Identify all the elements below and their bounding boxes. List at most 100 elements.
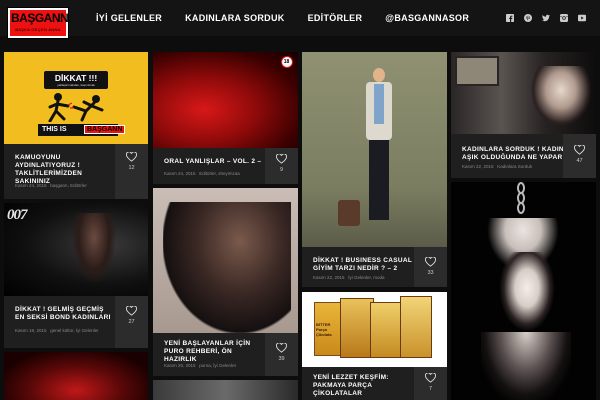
post-meta: Kasım 22, 2015 Kadınlara Sorduk	[462, 163, 566, 170]
banner-text: THIS IS	[42, 126, 67, 133]
post-card[interactable]: DİKKAT ! BUSINESS CASUAL GİYİM TARZI NED…	[302, 52, 447, 287]
woman-silhouette	[72, 213, 116, 283]
post-card[interactable]: 18 ORAL YANLIŞLAR – VOL. 2 – Kasım 24, 2…	[153, 52, 298, 184]
site-header: BAŞGANN BAŞKA GEÇEN ANNA İYİ GELENLER KA…	[0, 0, 600, 39]
post-caption: KADINLARA SORDUK ! KADIN AŞIK OLDUĞUNDA …	[451, 134, 596, 178]
like-count: 27	[128, 319, 135, 325]
post-date[interactable]: Kasım 20, 2015	[164, 363, 196, 368]
post-title[interactable]: KADINLARA SORDUK ! KADIN AŞIK OLDUĞUNDA …	[462, 146, 566, 162]
post-date[interactable]: Kasım 22, 2015	[462, 164, 494, 169]
instagram-icon[interactable]	[559, 14, 568, 23]
twitter-icon[interactable]	[541, 14, 550, 23]
product-box	[370, 302, 402, 358]
post-categories[interactable]: purna, İyi Gelenler	[199, 363, 236, 368]
post-caption: ORAL YANLIŞLAR – VOL. 2 – Kasım 24, 2015…	[153, 148, 298, 184]
heart-icon[interactable]	[276, 343, 287, 353]
post-image[interactable]	[451, 52, 596, 134]
heart-icon[interactable]	[425, 373, 436, 383]
site-logo[interactable]: BAŞGANN BAŞKA GEÇEN ANNA	[7, 7, 69, 39]
post-title[interactable]: DİKKAT ! BUSINESS CASUAL GİYİM TARZI NED…	[313, 257, 415, 273]
post-image[interactable]: 18	[153, 52, 298, 148]
post-image[interactable]	[451, 182, 596, 400]
shoulders	[481, 332, 571, 400]
chain-illustration	[517, 182, 525, 214]
like-box[interactable]: 33	[414, 247, 447, 287]
like-box[interactable]: 27	[115, 296, 148, 348]
like-count: 12	[128, 165, 135, 171]
youtube-icon[interactable]	[577, 14, 586, 23]
like-box[interactable]: 47	[563, 134, 596, 178]
post-categories[interactable]: başgann, Editörler	[50, 183, 87, 188]
post-caption: DİKKAT ! BUSINESS CASUAL GİYİM TARZI NED…	[302, 247, 447, 287]
warning-sign: DİKKAT !!! yaklaştırmalıdan, kaçınılmalı	[44, 71, 108, 89]
post-image[interactable]: BİTTER Parça Çikolata	[302, 292, 447, 367]
nav-item-basgannasor[interactable]: @BASGANNASOR	[385, 13, 469, 23]
pinterest-icon[interactable]	[523, 14, 532, 23]
like-box[interactable]: 12	[115, 144, 148, 199]
post-title[interactable]: YENİ LEZZET KEŞFİM: PAKMAYA PARÇA ÇİKOLA…	[313, 374, 415, 398]
post-title[interactable]: DİKKAT ! GELMİŞ GEÇMİŞ EN SEKSİ BOND KAD…	[15, 306, 115, 322]
post-date[interactable]: Kasım 24, 2015	[164, 171, 196, 176]
woman-figure	[531, 66, 591, 126]
like-count: 7	[428, 386, 433, 392]
nav-item-iyi-gelenler[interactable]: İYİ GELENLER	[96, 13, 162, 23]
like-box[interactable]: 7	[414, 367, 447, 400]
facebook-icon[interactable]	[505, 14, 514, 23]
main-nav: İYİ GELENLER KADINLARA SORDUK EDİTÖRLER …	[96, 0, 492, 36]
post-date[interactable]: Kasım 24, 2015	[15, 183, 47, 188]
post-image[interactable]: DİKKAT !!! yaklaştırmalıdan, kaçınılmalı…	[4, 52, 148, 144]
post-date[interactable]: Kasım 19, 2015	[15, 328, 47, 333]
banner-logo: BAŞGANN	[84, 125, 126, 134]
post-categories[interactable]: Kadınlara Sorduk	[497, 164, 532, 169]
post-card[interactable]	[451, 182, 596, 400]
age-badge-text: 18	[283, 59, 290, 65]
post-meta: Kasım 24, 2015 Editörler, sheyimzaa	[164, 170, 266, 177]
post-card[interactable]: KADINLARA SORDUK ! KADIN AŞIK OLDUĞUNDA …	[451, 52, 596, 178]
post-categories[interactable]: genel kültür, İyi Gelenler	[50, 328, 98, 333]
post-card[interactable]	[153, 380, 298, 400]
like-count: 39	[278, 356, 285, 362]
post-card[interactable]: YENİ BAŞLAYANLAR İÇİN PURO REHBERİ, ÖN H…	[153, 188, 298, 376]
like-box[interactable]: 39	[265, 333, 298, 376]
like-count: 9	[279, 167, 284, 173]
post-caption: KAMUOYUNU AYDINLATIYORUZ ! TAKLİTLERİMİZ…	[4, 144, 148, 199]
product-box	[400, 296, 432, 358]
heart-icon[interactable]	[574, 145, 585, 155]
heart-icon[interactable]	[126, 306, 137, 316]
post-card[interactable]: DİKKAT !!! yaklaştırmalıdan, kaçınılmalı…	[4, 52, 148, 199]
post-caption: YENİ BAŞLAYANLAR İÇİN PURO REHBERİ, ÖN H…	[153, 333, 298, 376]
bag	[338, 200, 360, 226]
post-title[interactable]: ORAL YANLIŞLAR – VOL. 2 –	[164, 158, 266, 166]
post-image[interactable]	[153, 188, 298, 333]
post-card[interactable]: 007 DİKKAT ! GELMİŞ GEÇMİŞ EN SEKSİ BOND…	[4, 203, 148, 348]
warning-sign-subtitle: yaklaştırmalıdan, kaçınılmalı	[57, 83, 95, 87]
heart-icon[interactable]	[276, 154, 287, 164]
post-image[interactable]	[302, 52, 447, 247]
post-image[interactable]	[4, 352, 148, 400]
kick-figure-illustration	[48, 93, 104, 122]
like-count: 33	[427, 270, 434, 276]
heart-icon[interactable]	[126, 152, 137, 162]
post-card[interactable]: BİTTER Parça Çikolata YENİ LEZZET KEŞFİM…	[302, 292, 447, 400]
post-caption: YENİ LEZZET KEŞFİM: PAKMAYA PARÇA ÇİKOLA…	[302, 367, 447, 400]
post-date[interactable]: Kasım 22, 2015	[313, 275, 345, 280]
heart-icon[interactable]	[425, 257, 436, 267]
nav-item-editorler[interactable]: EDİTÖRLER	[308, 13, 363, 23]
bond-logo: 007	[7, 207, 27, 223]
nav-item-kadinlara-sorduk[interactable]: KADINLARA SORDUK	[185, 13, 284, 23]
logo-tagline: BAŞKA GEÇEN ANNA	[15, 27, 61, 32]
window	[455, 56, 499, 86]
age-badge: 18	[281, 56, 293, 68]
logo-text: BAŞGANN	[11, 11, 69, 25]
post-categories[interactable]: İyi Gelenler, moda	[348, 275, 384, 280]
this-is-banner: THIS IS BAŞGANN	[38, 124, 126, 136]
post-image[interactable]	[153, 380, 298, 400]
post-image[interactable]: 007	[4, 203, 148, 296]
post-caption: DİKKAT ! GELMİŞ GEÇMİŞ EN SEKSİ BOND KAD…	[4, 296, 148, 348]
like-box[interactable]: 9	[265, 148, 298, 184]
product-box	[340, 298, 374, 358]
post-card[interactable]	[4, 352, 148, 400]
post-meta: Kasım 19, 2015 genel kültür, İyi Gelenle…	[15, 327, 109, 334]
post-categories[interactable]: Editörler, sheyimzaa	[199, 171, 240, 176]
post-title[interactable]: YENİ BAŞLAYANLAR İÇİN PURO REHBERİ, ÖN H…	[164, 340, 264, 364]
